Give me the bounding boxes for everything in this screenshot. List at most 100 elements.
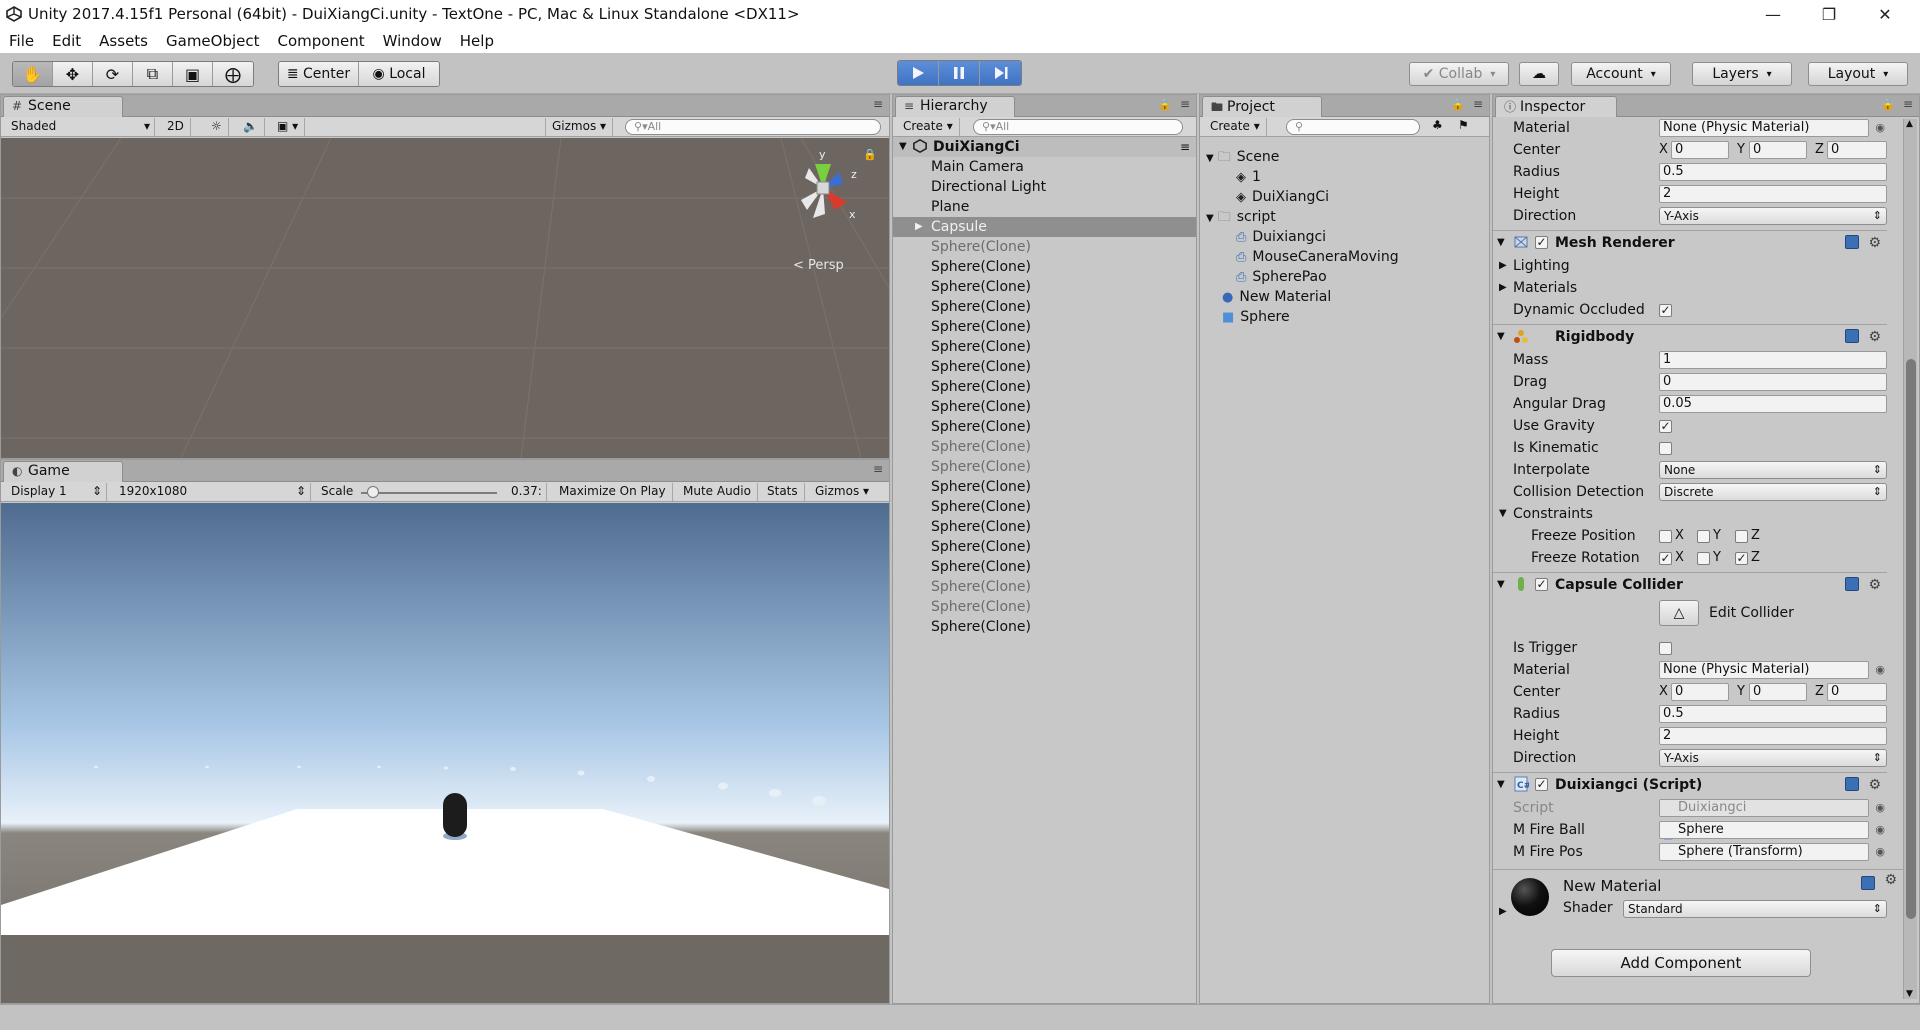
lighting-toggle-icon[interactable]: ☼ <box>205 118 229 136</box>
hierarchy-item[interactable]: ▶ Capsule <box>893 217 1196 237</box>
capsule-radius-field[interactable]: 0.5 <box>1659 705 1887 723</box>
expand-arrow-icon[interactable]: ▶ <box>1499 255 1507 277</box>
scene-orientation-gizmo[interactable]: y z x <box>783 148 863 228</box>
center-x-field[interactable]: 0 <box>1671 141 1729 159</box>
project-item[interactable]: ⎙ MouseCaneraMoving <box>1236 247 1399 267</box>
capsule-direction-dropdown[interactable]: Y-Axis <box>1659 749 1887 767</box>
hierarchy-item[interactable]: Sphere(Clone) <box>893 357 1196 377</box>
gear-icon[interactable]: ⚙ <box>1868 773 1881 797</box>
maximize-on-play-toggle[interactable]: Maximize On Play <box>553 483 673 501</box>
expand-arrow-icon[interactable]: ▼ <box>1499 503 1507 525</box>
layers-dropdown[interactable]: Layers <box>1692 62 1792 86</box>
collab-dropdown[interactable]: ✔ Collab <box>1409 62 1509 86</box>
account-dropdown[interactable]: Account <box>1571 62 1671 86</box>
lock-icon[interactable]: 🔒 <box>863 148 877 161</box>
drag-field[interactable]: 0 <box>1659 373 1887 391</box>
scale-slider-track[interactable] <box>361 492 497 494</box>
shading-dropdown[interactable]: Shaded ▾ <box>5 118 155 136</box>
reference-icon[interactable] <box>1845 577 1859 591</box>
reference-icon[interactable] <box>1861 876 1875 890</box>
project-item[interactable]: ◈ DuiXiangCi <box>1236 187 1329 207</box>
dynamic-occluded-checkbox[interactable]: ✓ <box>1659 304 1672 317</box>
game-viewport[interactable] <box>1 503 889 1003</box>
project-item[interactable]: ◈ 1 <box>1236 167 1261 187</box>
center-z-field[interactable]: 0 <box>1827 141 1887 159</box>
scene-viewport[interactable]: y z x 🔒 < Persp <box>1 138 889 458</box>
expand-arrow-icon[interactable]: ▶ <box>915 217 923 237</box>
capsule-center-y-field[interactable]: 0 <box>1749 683 1807 701</box>
project-item[interactable]: ■ Sphere <box>1222 307 1290 327</box>
hierarchy-item[interactable]: Sphere(Clone) <box>893 517 1196 537</box>
hierarchy-item[interactable]: Sphere(Clone) <box>893 497 1196 517</box>
use-gravity-checkbox[interactable]: ✓ <box>1659 420 1672 433</box>
hierarchy-item[interactable]: Sphere(Clone) <box>893 417 1196 437</box>
hierarchy-item[interactable]: Sphere(Clone) <box>893 537 1196 557</box>
fire-ball-field[interactable]: Sphere <box>1659 821 1869 839</box>
minimize-button[interactable]: — <box>1750 0 1796 29</box>
audio-toggle-icon[interactable]: 🔈 <box>237 118 265 136</box>
filter-label-icon[interactable]: ⚑ <box>1458 118 1469 132</box>
hierarchy-item[interactable]: Sphere(Clone) <box>893 297 1196 317</box>
tab-game[interactable]: ◐ Game <box>3 461 123 482</box>
transform-tool-icon[interactable]: ⨁ <box>213 62 253 86</box>
menu-component[interactable]: Component <box>269 29 374 53</box>
cloud-button[interactable]: ☁ <box>1519 62 1559 86</box>
scroll-down-icon[interactable]: ▼ <box>1906 989 1913 999</box>
persp-label[interactable]: < Persp <box>793 258 844 273</box>
mesh-renderer-enabled-checkbox[interactable]: ✓ <box>1535 236 1548 249</box>
interpolate-dropdown[interactable]: None <box>1659 461 1887 479</box>
menu-assets[interactable]: Assets <box>90 29 157 53</box>
panel-menu-icon[interactable]: ≡ <box>873 97 883 111</box>
hierarchy-item[interactable]: Sphere(Clone) <box>893 457 1196 477</box>
resolution-dropdown[interactable]: 1920x1080 ⇕ <box>113 483 311 501</box>
rotate-tool-icon[interactable]: ⟳ <box>93 62 133 86</box>
scrollbar-thumb[interactable] <box>1906 359 1916 919</box>
capsule-collider-header[interactable]: ▼ ✓ Capsule Collider ⚙ <box>1493 572 1887 596</box>
add-component-button[interactable]: Add Component <box>1551 949 1811 977</box>
freeze-pos-x-checkbox[interactable] <box>1659 530 1672 543</box>
inspector-lock-icon[interactable]: 🔒 <box>1881 98 1895 111</box>
mode-2d-button[interactable]: 2D <box>161 118 191 136</box>
hierarchy-item[interactable]: Sphere(Clone) <box>893 397 1196 417</box>
reference-icon[interactable] <box>1845 235 1859 249</box>
hierarchy-item[interactable]: Main Camera <box>893 157 1196 177</box>
direction-dropdown[interactable]: Y-Axis <box>1659 207 1887 225</box>
collapse-arrow-icon[interactable]: ▼ <box>1497 231 1505 255</box>
object-picker-icon[interactable]: ◉ <box>1875 819 1885 841</box>
collapse-arrow-icon[interactable]: ▼ <box>1497 773 1505 797</box>
effects-dropdown-icon[interactable]: ▣ ▾ <box>271 118 306 136</box>
object-picker-icon[interactable]: ◉ <box>1875 659 1885 681</box>
tab-hierarchy[interactable]: ≡ Hierarchy <box>895 96 1015 117</box>
rect-tool-icon[interactable]: ▣ <box>173 62 213 86</box>
edit-collider-button[interactable]: △ <box>1659 600 1699 626</box>
project-item[interactable]: ● New Material <box>1222 287 1331 307</box>
mesh-renderer-header[interactable]: ▼ ✓ Mesh Renderer ⚙ <box>1493 230 1887 254</box>
tab-scene[interactable]: # Scene <box>3 96 123 117</box>
expand-arrow-icon[interactable]: ▶ <box>1499 906 1507 917</box>
menu-gameobject[interactable]: GameObject <box>157 29 269 53</box>
hierarchy-item[interactable]: Sphere(Clone) <box>893 377 1196 397</box>
project-item[interactable]: ⎙ SpherePao <box>1236 267 1327 287</box>
step-button[interactable] <box>980 61 1021 85</box>
scene-menu-icon[interactable]: ≡ <box>1180 137 1190 157</box>
reference-icon[interactable] <box>1845 777 1859 791</box>
scale-slider-thumb[interactable] <box>367 486 380 498</box>
hierarchy-item[interactable]: Sphere(Clone) <box>893 597 1196 617</box>
script-component-header[interactable]: ▼ C# ✓ Duixiangci (Script) ⚙ <box>1493 772 1887 796</box>
display-dropdown[interactable]: Display 1 ⇕ <box>5 483 107 501</box>
move-tool-icon[interactable]: ✥ <box>53 62 93 86</box>
pivot-center-button[interactable]: ≣ Center <box>279 62 359 86</box>
project-item[interactable]: ⎙ Duixiangci <box>1236 227 1326 247</box>
inspector-menu-icon[interactable]: ≡ <box>1903 97 1913 111</box>
angular-drag-field[interactable]: 0.05 <box>1659 395 1887 413</box>
capsule-center-x-field[interactable]: 0 <box>1671 683 1729 701</box>
hierarchy-item[interactable]: Directional Light <box>893 177 1196 197</box>
close-button[interactable]: ✕ <box>1862 0 1908 29</box>
scroll-up-icon[interactable]: ▲ <box>1906 119 1913 129</box>
hierarchy-item[interactable]: Sphere(Clone) <box>893 257 1196 277</box>
freeze-rot-y-checkbox[interactable] <box>1697 552 1710 565</box>
mass-field[interactable]: 1 <box>1659 351 1887 369</box>
hierarchy-item[interactable]: Plane <box>893 197 1196 217</box>
freeze-pos-z-checkbox[interactable] <box>1735 530 1748 543</box>
project-lock-icon[interactable]: 🔒 <box>1451 98 1465 111</box>
